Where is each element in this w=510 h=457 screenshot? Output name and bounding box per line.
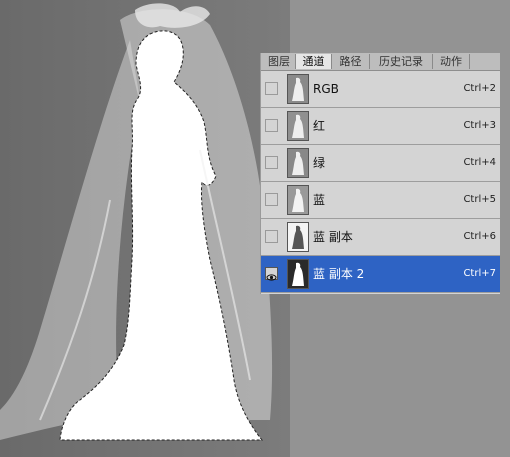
channel-thumbnail-icon (287, 111, 309, 141)
channel-name: 红 (313, 119, 326, 133)
channel-name: 蓝 (313, 193, 326, 207)
visibility-toggle[interactable] (265, 193, 278, 206)
panel-tab-bar: 图层 通道 路径 历史记录 动作 (261, 53, 500, 71)
channel-row-blue[interactable]: 蓝 Ctrl+5 (261, 182, 500, 219)
channel-row-red[interactable]: 红 Ctrl+3 (261, 108, 500, 145)
channels-panel: 图层 通道 路径 历史记录 动作 RGB Ctrl+2 红 Ctrl+3 绿 C… (260, 53, 500, 294)
channel-thumbnail-icon (287, 222, 309, 252)
channel-shortcut: Ctrl+6 (463, 231, 496, 242)
channel-thumbnail-icon (287, 185, 309, 215)
channel-row-green[interactable]: 绿 Ctrl+4 (261, 145, 500, 182)
channel-name: 蓝 副本 2 (313, 267, 365, 281)
tab-actions[interactable]: 动作 (433, 54, 470, 69)
channel-thumbnail-icon (287, 74, 309, 104)
channel-shortcut: Ctrl+7 (463, 268, 496, 279)
tab-paths[interactable]: 路径 (332, 54, 370, 69)
visibility-toggle[interactable] (265, 230, 278, 243)
visibility-toggle[interactable] (265, 156, 278, 169)
channel-row-blue-copy[interactable]: 蓝 副本 Ctrl+6 (261, 219, 500, 256)
channel-row-rgb[interactable]: RGB Ctrl+2 (261, 71, 500, 108)
channel-shortcut: Ctrl+3 (463, 120, 496, 131)
channel-shortcut: Ctrl+2 (463, 83, 496, 94)
tab-history[interactable]: 历史记录 (370, 54, 433, 69)
visibility-toggle[interactable] (265, 119, 278, 132)
visibility-toggle[interactable] (265, 82, 278, 95)
channel-shortcut: Ctrl+4 (463, 157, 496, 168)
channel-thumbnail-icon (287, 148, 309, 178)
channel-name: 绿 (313, 156, 326, 170)
channel-name: 蓝 副本 (313, 230, 353, 244)
channel-thumbnail-icon (287, 259, 309, 289)
channel-name: RGB (313, 82, 339, 96)
tab-layers[interactable]: 图层 (263, 54, 296, 69)
channel-row-blue-copy-2[interactable]: 蓝 副本 2 Ctrl+7 (261, 256, 500, 293)
tab-channels[interactable]: 通道 (296, 54, 332, 69)
eye-icon[interactable] (265, 267, 278, 281)
channel-shortcut: Ctrl+5 (463, 194, 496, 205)
